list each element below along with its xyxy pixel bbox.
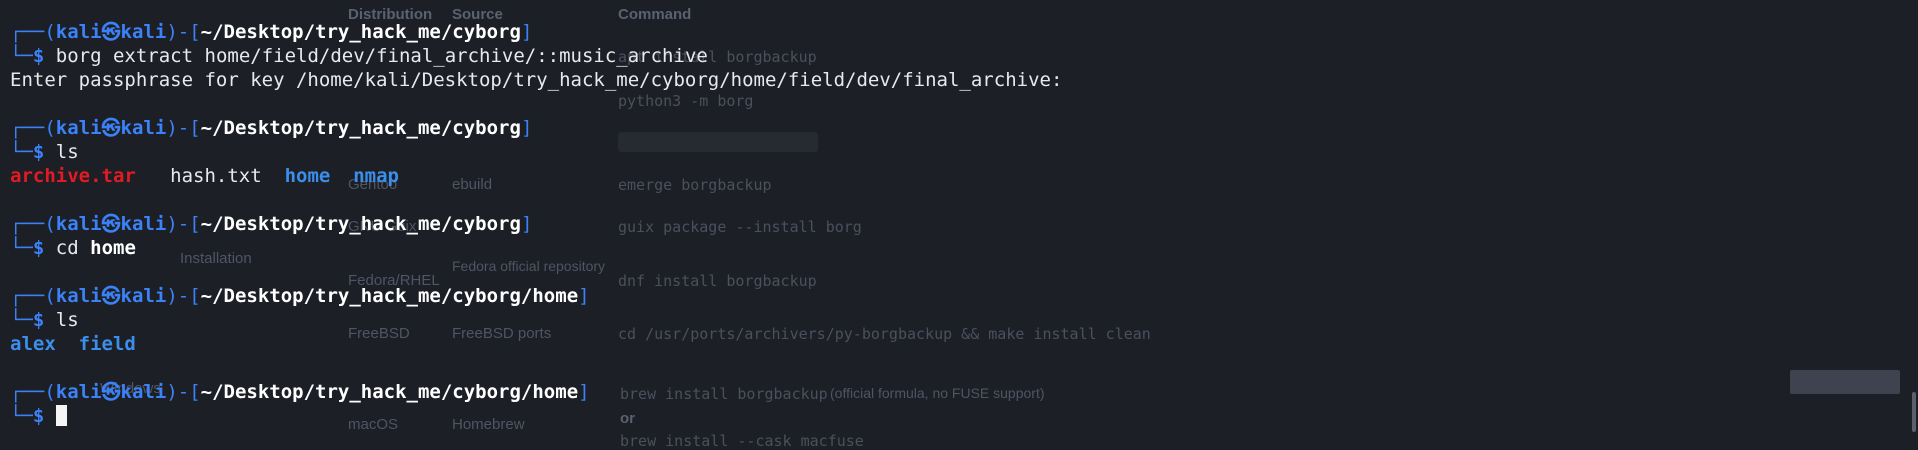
prompt-path: ~/Desktop/try_hack_me/cyborg <box>200 117 521 139</box>
prompt-header: ┌──(kali㉿kali)-[~/Desktop/try_hack_me/cy… <box>10 21 533 43</box>
prompt-user: kali <box>55 117 102 139</box>
command-line: └─$ cd home <box>10 237 136 259</box>
prompt-host: kali <box>120 21 167 43</box>
active-command-line[interactable]: └─$ <box>10 404 1062 428</box>
prompt-path: ~/Desktop/try_hack_me/cyborg <box>200 21 521 43</box>
prompt-header: ┌──(kali㉿kali)-[~/Desktop/try_hack_me/cy… <box>10 117 533 139</box>
ls-output: archive.tar hash.txt home nmap <box>10 164 1062 188</box>
prompt-user: kali <box>55 21 102 43</box>
command-text: borg extract home/field/dev/final_archiv… <box>55 45 708 67</box>
prompt-symbol: $ <box>32 141 45 163</box>
prompt-host: kali <box>120 381 167 403</box>
prompt-symbol: $ <box>32 237 45 259</box>
command-line: └─$ ls <box>10 309 79 331</box>
ls-item-dir: home <box>284 165 331 187</box>
command-line: └─$ ls <box>10 141 79 163</box>
bg-cask-cmd: brew install --cask macfuse <box>620 432 864 450</box>
prompt-path: ~/Desktop/try_hack_me/cyborg/home <box>200 285 579 307</box>
prompt-user: kali <box>55 381 102 403</box>
command-text: ls <box>55 141 79 163</box>
prompt-header: ┌──(kali㉿kali)-[~/Desktop/try_hack_me/cy… <box>10 381 590 403</box>
prompt-host: kali <box>120 117 167 139</box>
prompt-symbol: $ <box>32 309 45 331</box>
command-text: ls <box>55 309 79 331</box>
prompt-header: ┌──(kali㉿kali)-[~/Desktop/try_hack_me/cy… <box>10 213 533 235</box>
command-arg: home <box>90 237 136 259</box>
prompt-host: kali <box>120 213 167 235</box>
prompt-user: kali <box>55 213 102 235</box>
prompt-host: kali <box>120 285 167 307</box>
ls-output: alex field <box>10 332 1062 356</box>
kali-at-icon: ㉿ <box>101 285 121 307</box>
prompt-symbol: $ <box>32 405 45 427</box>
output-line: Enter passphrase for key /home/kali/Desk… <box>10 69 1063 91</box>
prompt-path: ~/Desktop/try_hack_me/cyborg <box>200 213 521 235</box>
ls-item-dir: alex <box>10 333 56 355</box>
ls-item-archive: archive.tar <box>10 165 136 187</box>
kali-at-icon: ㉿ <box>101 117 121 139</box>
prompt-user: kali <box>55 285 102 307</box>
ls-item-dir: nmap <box>353 165 399 187</box>
terminal-output[interactable]: ┌──(kali㉿kali)-[~/Desktop/try_hack_me/cy… <box>10 20 1062 428</box>
kali-at-icon: ㉿ <box>101 21 121 43</box>
prompt-header: ┌──(kali㉿kali)-[~/Desktop/try_hack_me/cy… <box>10 285 590 307</box>
command-verb: cd <box>55 237 79 259</box>
ls-item-dir: field <box>78 333 136 355</box>
prompt-symbol: $ <box>32 45 45 67</box>
command-line: └─$ borg extract home/field/dev/final_ar… <box>10 45 708 67</box>
terminal-scrollbar[interactable] <box>1912 392 1916 432</box>
kali-at-icon: ㉿ <box>101 213 121 235</box>
text-cursor[interactable] <box>55 405 67 426</box>
kali-at-icon: ㉿ <box>101 381 121 403</box>
prompt-path: ~/Desktop/try_hack_me/cyborg/home <box>200 381 579 403</box>
bg-floating-widget <box>1790 370 1900 394</box>
ls-item-file: hash.txt <box>170 165 262 187</box>
